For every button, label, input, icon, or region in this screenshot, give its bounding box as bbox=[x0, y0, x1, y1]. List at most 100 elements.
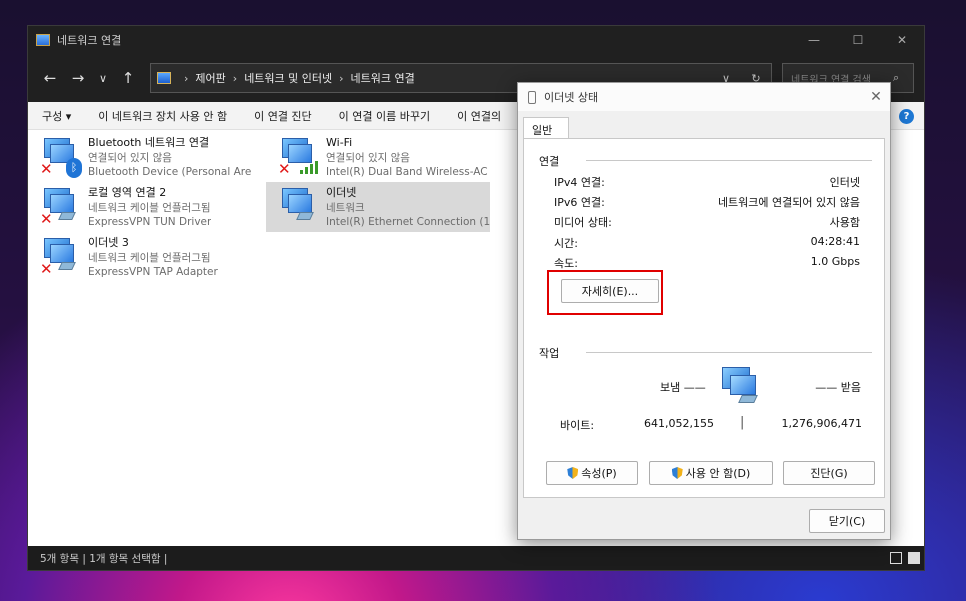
ethernet-adapter-icon bbox=[278, 186, 322, 230]
disable-button-label: 사용 안 함(D) bbox=[685, 467, 751, 480]
properties-button-label: 속성(P) bbox=[581, 467, 617, 480]
received-label: —— 받음 bbox=[815, 381, 861, 394]
bytes-sent-value: 641,052,155 bbox=[644, 417, 714, 430]
rename-command[interactable]: 이 연결 이름 바꾸기 bbox=[339, 108, 430, 124]
disconnected-x-icon: ✕ bbox=[278, 160, 291, 178]
item-status: 네트워크 케이블 언플러그됨 bbox=[88, 251, 211, 264]
item-device: Intel(R) Ethernet Connection (12)... bbox=[326, 216, 490, 228]
list-item-selected[interactable]: 이더넷 네트워크 Intel(R) Ethernet Connection (1… bbox=[266, 182, 490, 232]
uac-shield-icon bbox=[567, 467, 579, 479]
search-icon[interactable]: ⌕ bbox=[893, 71, 913, 85]
ethernet-icon bbox=[528, 90, 536, 104]
item-device: Bluetooth Device (Personal Area ... bbox=[88, 166, 252, 178]
connection-section-title: 연결 bbox=[539, 155, 560, 168]
back-arrow-icon[interactable]: ← bbox=[36, 69, 64, 87]
ipv6-value: 네트워크에 연결되어 있지 않음 bbox=[717, 196, 860, 209]
dialog-close-icon[interactable]: ✕ bbox=[862, 89, 890, 105]
item-name: 이더넷 3 bbox=[88, 236, 129, 249]
list-item[interactable]: ✕ ᛒ Bluetooth 네트워크 연결 연결되어 있지 않음 Bluetoo… bbox=[28, 132, 252, 182]
item-status: 연결되어 있지 않음 bbox=[326, 151, 410, 164]
ethernet-adapter-icon: ✕ bbox=[40, 186, 84, 230]
item-name: Bluetooth 네트워크 연결 bbox=[88, 136, 210, 149]
media-state-label: 미디어 상태: bbox=[554, 216, 612, 229]
item-name: 이더넷 bbox=[326, 186, 357, 199]
ipv6-row: IPv6 연결: 네트워크에 연결되어 있지 않음 bbox=[554, 194, 860, 210]
item-name: Wi-Fi bbox=[326, 136, 353, 149]
duration-value: 04:28:41 bbox=[810, 235, 860, 248]
disconnected-x-icon: ✕ bbox=[40, 260, 53, 278]
section-divider bbox=[586, 160, 872, 161]
section-divider bbox=[586, 352, 872, 353]
recent-locations-icon[interactable]: ∨ bbox=[92, 72, 114, 85]
speed-label: 속도: bbox=[554, 257, 578, 270]
ethernet-adapter-icon: ✕ bbox=[40, 236, 84, 280]
bytes-received-value: 1,276,906,471 bbox=[781, 417, 862, 430]
dialog-title-bar: 이더넷 상태 ✕ bbox=[518, 83, 890, 111]
signal-bars-icon bbox=[300, 160, 320, 174]
ipv4-value: 인터넷 bbox=[829, 176, 860, 189]
breadcrumb-network-connections[interactable]: 네트워크 연결 bbox=[351, 70, 415, 86]
breadcrumb-network-internet[interactable]: 네트워크 및 인터넷 bbox=[244, 70, 332, 86]
list-item[interactable]: ✕ Wi-Fi 연결되어 있지 않음 Intel(R) Dual Band Wi… bbox=[266, 132, 490, 182]
breadcrumb-separator: › bbox=[339, 71, 344, 85]
window-title: 네트워크 연결 bbox=[57, 34, 122, 47]
view-status-command[interactable]: 이 연결의 bbox=[457, 108, 501, 124]
status-text: 5개 항목 | 1개 항목 선택함 | bbox=[40, 552, 168, 565]
item-status: 네트워크 bbox=[326, 201, 365, 214]
bluetooth-icon: ᛒ bbox=[66, 158, 82, 178]
close-dialog-button[interactable]: 닫기(C) bbox=[809, 509, 885, 533]
item-status: 네트워크 케이블 언플러그됨 bbox=[88, 201, 211, 214]
speed-row: 속도: 1.0 Gbps bbox=[554, 255, 860, 271]
list-item[interactable]: ✕ 로컬 영역 연결 2 네트워크 케이블 언플러그됨 ExpressVPN T… bbox=[28, 182, 252, 232]
ipv6-label: IPv6 연결: bbox=[554, 196, 605, 209]
minimize-button[interactable]: — bbox=[792, 33, 836, 47]
close-button[interactable]: ✕ bbox=[880, 33, 924, 47]
general-panel: 연결 IPv4 연결: 인터넷 IPv6 연결: 네트워크에 연결되어 있지 않… bbox=[523, 138, 885, 498]
maximize-button[interactable]: ☐ bbox=[836, 33, 880, 47]
item-status: 연결되어 있지 않음 bbox=[88, 151, 172, 164]
organize-menu[interactable]: 구성 ▾ bbox=[42, 108, 71, 124]
activity-section-title: 작업 bbox=[539, 347, 560, 360]
title-bar: 네트워크 연결 — ☐ ✕ bbox=[28, 26, 924, 54]
large-icons-view-icon[interactable] bbox=[908, 552, 920, 564]
details-view-icon[interactable] bbox=[890, 552, 902, 564]
item-device: ExpressVPN TAP Adapter bbox=[88, 266, 218, 278]
breadcrumb-separator: › bbox=[232, 71, 238, 85]
bluetooth-network-icon: ✕ ᛒ bbox=[40, 136, 84, 180]
diagnose-command[interactable]: 이 연결 진단 bbox=[254, 108, 312, 124]
sent-label: 보냄 —— bbox=[660, 381, 706, 394]
highlight-box bbox=[547, 270, 663, 315]
item-device: Intel(R) Dual Band Wireless-AC 7... bbox=[326, 166, 490, 178]
dialog-title: 이더넷 상태 bbox=[544, 91, 599, 104]
breadcrumb-separator: › bbox=[184, 71, 189, 85]
network-connections-icon bbox=[36, 34, 50, 46]
uac-shield-icon bbox=[671, 467, 683, 479]
item-name: 로컬 영역 연결 2 bbox=[88, 186, 167, 199]
ipv4-row: IPv4 연결: 인터넷 bbox=[554, 174, 860, 190]
up-arrow-icon[interactable]: ↑ bbox=[114, 69, 142, 87]
breadcrumb-control-panel[interactable]: 제어판 bbox=[195, 70, 225, 86]
ethernet-status-dialog: 이더넷 상태 ✕ 일반 연결 IPv4 연결: 인터넷 IPv6 연결: 네트워… bbox=[517, 82, 891, 540]
item-device: ExpressVPN TUN Driver bbox=[88, 216, 212, 228]
duration-label: 시간: bbox=[554, 237, 578, 250]
speed-value: 1.0 Gbps bbox=[810, 255, 860, 268]
disable-button[interactable]: 사용 안 함(D) bbox=[649, 461, 773, 485]
disable-device-command[interactable]: 이 네트워크 장치 사용 안 함 bbox=[98, 108, 227, 124]
forward-arrow-icon[interactable]: → bbox=[64, 69, 92, 87]
ipv4-label: IPv4 연결: bbox=[554, 176, 605, 189]
duration-row: 시간: 04:28:41 bbox=[554, 235, 860, 251]
bytes-label: 바이트: bbox=[560, 419, 595, 432]
network-activity-icon bbox=[720, 365, 764, 405]
media-state-row: 미디어 상태: 사용함 bbox=[554, 214, 860, 230]
help-icon[interactable]: ? bbox=[899, 109, 914, 124]
media-state-value: 사용함 bbox=[829, 216, 860, 229]
wifi-adapter-icon: ✕ bbox=[278, 136, 322, 180]
bytes-divider: | bbox=[740, 415, 745, 430]
list-item[interactable]: ✕ 이더넷 3 네트워크 케이블 언플러그됨 ExpressVPN TAP Ad… bbox=[28, 232, 252, 282]
tab-general[interactable]: 일반 bbox=[523, 117, 569, 139]
diagnose-button[interactable]: 진단(G) bbox=[783, 461, 875, 485]
properties-button[interactable]: 속성(P) bbox=[546, 461, 638, 485]
status-bar: 5개 항목 | 1개 항목 선택함 | bbox=[28, 546, 924, 570]
disconnected-x-icon: ✕ bbox=[40, 210, 53, 228]
disconnected-x-icon: ✕ bbox=[40, 160, 53, 178]
